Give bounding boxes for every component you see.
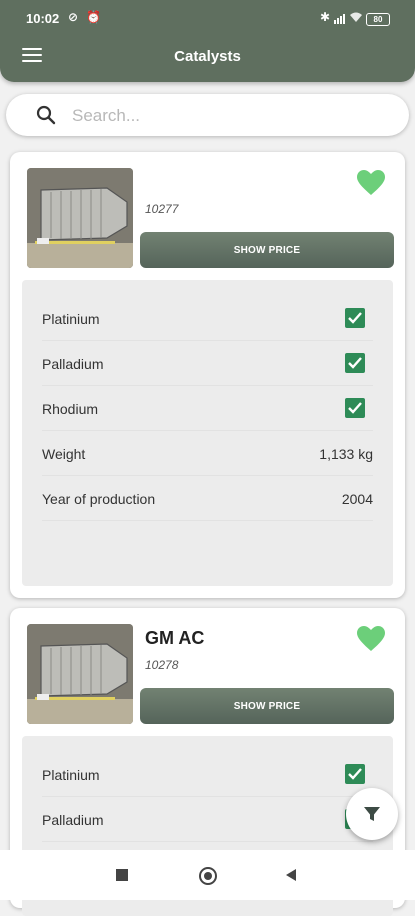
home-icon[interactable] bbox=[199, 867, 217, 885]
signal-icon bbox=[334, 14, 345, 24]
heart-icon[interactable] bbox=[357, 170, 385, 196]
catalyst-photo bbox=[27, 168, 133, 268]
detail-label: Platinium bbox=[42, 767, 100, 783]
bluetooth-icon: ✱ bbox=[320, 10, 331, 24]
search-input[interactable] bbox=[70, 103, 394, 129]
search-icon[interactable] bbox=[36, 105, 56, 125]
back-icon[interactable] bbox=[286, 869, 296, 881]
status-bar: 10:02 ⊘ ⏰ ✱ 80 bbox=[0, 0, 415, 36]
show-price-button[interactable]: SHOW PRICE bbox=[140, 232, 394, 268]
detail-row-platinium: Platinium bbox=[42, 296, 373, 341]
page-title: Catalysts bbox=[174, 48, 241, 65]
catalyst-details: Platinium Palladium Rhodium Weight 1,133… bbox=[22, 280, 393, 586]
detail-label: Palladium bbox=[42, 356, 104, 372]
recent-apps-icon[interactable] bbox=[116, 869, 128, 881]
checkbox-checked-icon[interactable] bbox=[345, 764, 365, 784]
detail-row-rhodium: Rhodium bbox=[42, 386, 373, 431]
detail-label: Rhodium bbox=[42, 401, 99, 417]
system-nav-bar bbox=[0, 850, 415, 900]
catalyst-code: 10277 bbox=[145, 202, 179, 216]
detail-row-platinium: Platinium bbox=[42, 752, 373, 797]
status-time: 10:02 bbox=[26, 11, 60, 26]
detail-value: 1,133 kg bbox=[319, 446, 373, 462]
detail-label: Platinium bbox=[42, 311, 100, 327]
checkbox-checked-icon[interactable] bbox=[345, 308, 365, 328]
detail-label: Year of production bbox=[42, 491, 156, 507]
filter-icon bbox=[364, 807, 380, 821]
filter-button[interactable] bbox=[346, 788, 398, 840]
catalyst-name: GM AC bbox=[145, 628, 205, 648]
catalyst-photo bbox=[27, 624, 133, 724]
wifi-icon bbox=[350, 12, 362, 22]
no-disturb-icon: ⊘ bbox=[68, 10, 79, 24]
app-header: 10:02 ⊘ ⏰ ✱ 80 Catalysts bbox=[0, 0, 415, 82]
checkbox-checked-icon[interactable] bbox=[345, 398, 365, 418]
search-bar bbox=[6, 94, 409, 136]
detail-row-palladium: Palladium bbox=[42, 341, 373, 386]
detail-label: Weight bbox=[42, 446, 86, 462]
heart-icon[interactable] bbox=[357, 626, 385, 652]
battery-icon: 80 bbox=[366, 13, 390, 26]
detail-value: 2004 bbox=[341, 491, 373, 507]
detail-row-weight: Weight 1,133 kg bbox=[42, 431, 373, 476]
detail-label: Palladium bbox=[42, 812, 104, 828]
detail-row-year: Year of production 2004 bbox=[42, 476, 373, 521]
catalyst-card[interactable]: 10277 SHOW PRICE Platinium Palladium Rho… bbox=[10, 152, 405, 598]
catalyst-code: 10278 bbox=[145, 658, 179, 672]
show-price-button[interactable]: SHOW PRICE bbox=[140, 688, 394, 724]
detail-row-palladium: Palladium bbox=[42, 797, 373, 842]
checkbox-checked-icon[interactable] bbox=[345, 353, 365, 373]
alarm-icon: ⏰ bbox=[86, 10, 101, 24]
